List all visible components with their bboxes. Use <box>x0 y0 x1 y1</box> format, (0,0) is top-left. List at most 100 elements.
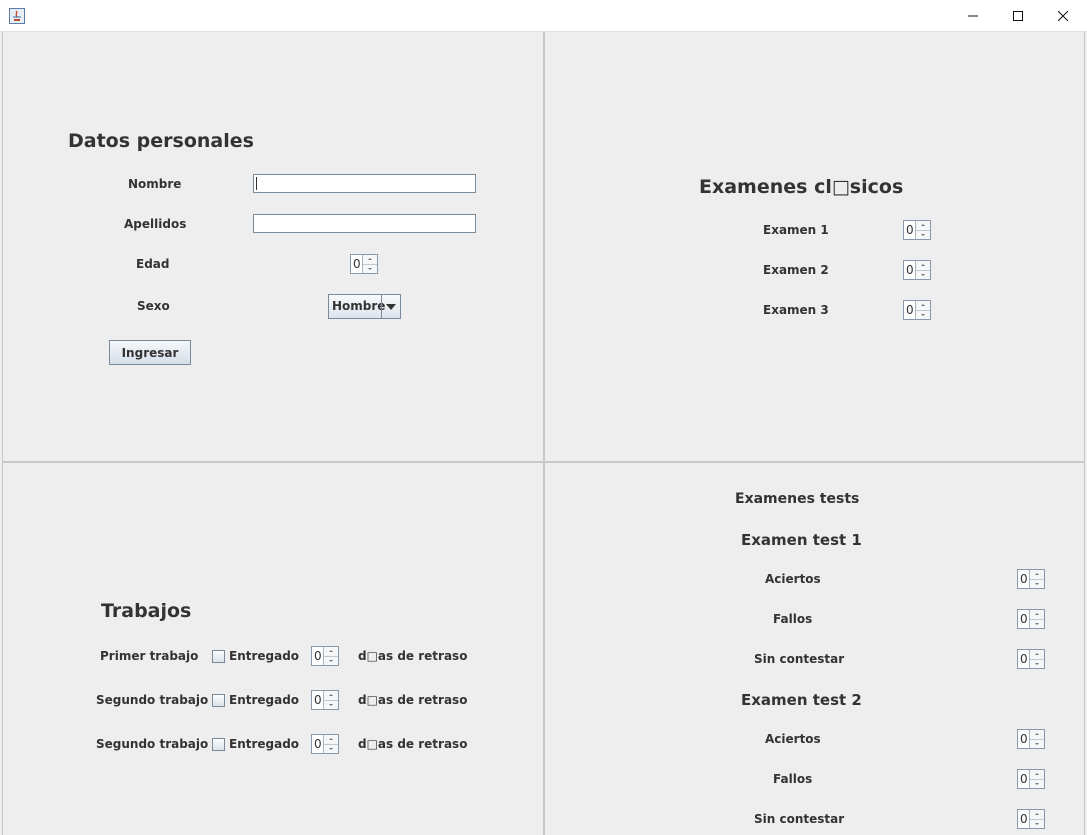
examenes-tests-title: Examenes tests <box>735 491 860 507</box>
test2-aciertos-label: Aciertos <box>765 732 821 746</box>
trabajo-3-checkbox[interactable] <box>212 738 225 751</box>
test1-aciertos-spinner[interactable]: 0 <box>1017 569 1045 589</box>
trabajo-3-label: Segundo trabajo <box>96 737 209 751</box>
examen-2-spinner[interactable]: 0 <box>903 260 931 280</box>
test2-aciertos-value: 0 <box>1020 732 1028 746</box>
spinner-down-icon[interactable] <box>916 229 930 240</box>
maximize-button[interactable] <box>995 0 1041 32</box>
examen-1-label: Examen 1 <box>763 223 829 237</box>
test2-fallos-spinner[interactable]: 0 <box>1017 769 1045 789</box>
trabajo-2-suffix: d□as de retraso <box>358 693 468 707</box>
spinner-up-icon[interactable] <box>916 261 930 270</box>
spinner-up-icon[interactable] <box>324 647 338 656</box>
examen-3-label: Examen 3 <box>763 303 829 317</box>
close-icon <box>1058 11 1068 21</box>
spinner-down-icon[interactable] <box>1030 818 1044 829</box>
test2-fallos-value: 0 <box>1020 772 1028 786</box>
trabajo-2-value: 0 <box>314 693 322 707</box>
edad-value: 0 <box>353 257 361 271</box>
trabajo-3-suffix: d□as de retraso <box>358 737 468 751</box>
minimize-icon <box>968 15 978 17</box>
spinner-up-icon[interactable] <box>1030 770 1044 779</box>
spinner-up-icon[interactable] <box>1030 650 1044 659</box>
trabajo-3-value: 0 <box>314 737 322 751</box>
sexo-selected: Hombre <box>332 299 386 313</box>
test2-fallos-label: Fallos <box>773 772 813 786</box>
spinner-down-icon[interactable] <box>324 743 338 754</box>
test1-fallos-label: Fallos <box>773 612 813 626</box>
trabajos-title: Trabajos <box>101 600 192 622</box>
test2-aciertos-spinner[interactable]: 0 <box>1017 729 1045 749</box>
spinner-down-icon[interactable] <box>916 269 930 280</box>
center-divider <box>543 32 545 835</box>
edad-spinner[interactable]: 0 <box>350 254 378 274</box>
test1-aciertos-label: Aciertos <box>765 572 821 586</box>
spinner-up-icon[interactable] <box>916 301 930 310</box>
spinner-down-icon[interactable] <box>1030 738 1044 749</box>
spinner-down-icon[interactable] <box>1030 618 1044 629</box>
left-border <box>2 32 3 835</box>
maximize-icon <box>1013 11 1023 21</box>
trabajo-3-check-label[interactable]: Entregado <box>229 737 299 751</box>
sexo-label: Sexo <box>137 299 170 313</box>
test1-sin-contestar-value: 0 <box>1020 652 1028 666</box>
spinner-down-icon[interactable] <box>1030 658 1044 669</box>
examen-3-spinner[interactable]: 0 <box>903 300 931 320</box>
test1-fallos-spinner[interactable]: 0 <box>1017 609 1045 629</box>
nombre-label: Nombre <box>128 177 182 191</box>
spinner-down-icon[interactable] <box>324 655 338 666</box>
trabajo-2-check-label[interactable]: Entregado <box>229 693 299 707</box>
datos-personales-title: Datos personales <box>68 130 254 152</box>
chevron-down-icon[interactable] <box>381 295 400 318</box>
text-caret <box>256 177 257 190</box>
trabajo-1-check-label[interactable]: Entregado <box>229 649 299 663</box>
test2-sin-contestar-value: 0 <box>1020 812 1028 826</box>
trabajo-2-label: Segundo trabajo <box>96 693 209 707</box>
apellidos-field[interactable] <box>253 214 476 233</box>
ingresar-button[interactable]: Ingresar <box>109 340 191 365</box>
spinner-down-icon[interactable] <box>1030 778 1044 789</box>
test2-sin-contestar-spinner[interactable]: 0 <box>1017 809 1045 829</box>
spinner-down-icon[interactable] <box>916 309 930 320</box>
window-title-bar <box>0 0 1087 32</box>
trabajo-3-spinner[interactable]: 0 <box>311 734 339 754</box>
examen-test-2-title: Examen test 2 <box>741 691 862 709</box>
spinner-up-icon[interactable] <box>1030 730 1044 739</box>
trabajo-1-checkbox[interactable] <box>212 650 225 663</box>
examen-2-value: 0 <box>906 263 914 277</box>
spinner-down-icon[interactable] <box>324 699 338 710</box>
close-button[interactable] <box>1040 0 1086 32</box>
examen-1-value: 0 <box>906 223 914 237</box>
spinner-down-icon[interactable] <box>1030 578 1044 589</box>
test2-sin-contestar-label: Sin contestar <box>754 812 845 826</box>
trabajo-1-suffix: d□as de retraso <box>358 649 468 663</box>
java-app-icon <box>9 8 25 24</box>
trabajo-2-checkbox[interactable] <box>212 694 225 707</box>
sexo-combobox[interactable]: Hombre <box>328 294 401 319</box>
test1-sin-contestar-spinner[interactable]: 0 <box>1017 649 1045 669</box>
trabajo-1-label: Primer trabajo <box>100 649 199 663</box>
examen-2-label: Examen 2 <box>763 263 829 277</box>
trabajo-1-value: 0 <box>314 649 322 663</box>
spinner-up-icon[interactable] <box>916 221 930 230</box>
edad-label: Edad <box>136 257 170 271</box>
nombre-field[interactable] <box>253 174 476 193</box>
minimize-button[interactable] <box>950 0 996 32</box>
examenes-clasicos-title: Examenes cl□sicos <box>699 176 904 198</box>
spinner-up-icon[interactable] <box>1030 810 1044 819</box>
spinner-up-icon[interactable] <box>1030 610 1044 619</box>
right-border <box>1084 32 1085 835</box>
examen-test-1-title: Examen test 1 <box>741 531 862 549</box>
apellidos-label: Apellidos <box>124 217 187 231</box>
examen-1-spinner[interactable]: 0 <box>903 220 931 240</box>
spinner-up-icon[interactable] <box>324 735 338 744</box>
spinner-up-icon[interactable] <box>1030 570 1044 579</box>
spinner-down-icon[interactable] <box>363 263 377 274</box>
test1-sin-contestar-label: Sin contestar <box>754 652 845 666</box>
test1-fallos-value: 0 <box>1020 612 1028 626</box>
middle-divider <box>2 461 1085 463</box>
spinner-up-icon[interactable] <box>324 691 338 700</box>
trabajo-2-spinner[interactable]: 0 <box>311 690 339 710</box>
trabajo-1-spinner[interactable]: 0 <box>311 646 339 666</box>
spinner-up-icon[interactable] <box>363 255 377 264</box>
